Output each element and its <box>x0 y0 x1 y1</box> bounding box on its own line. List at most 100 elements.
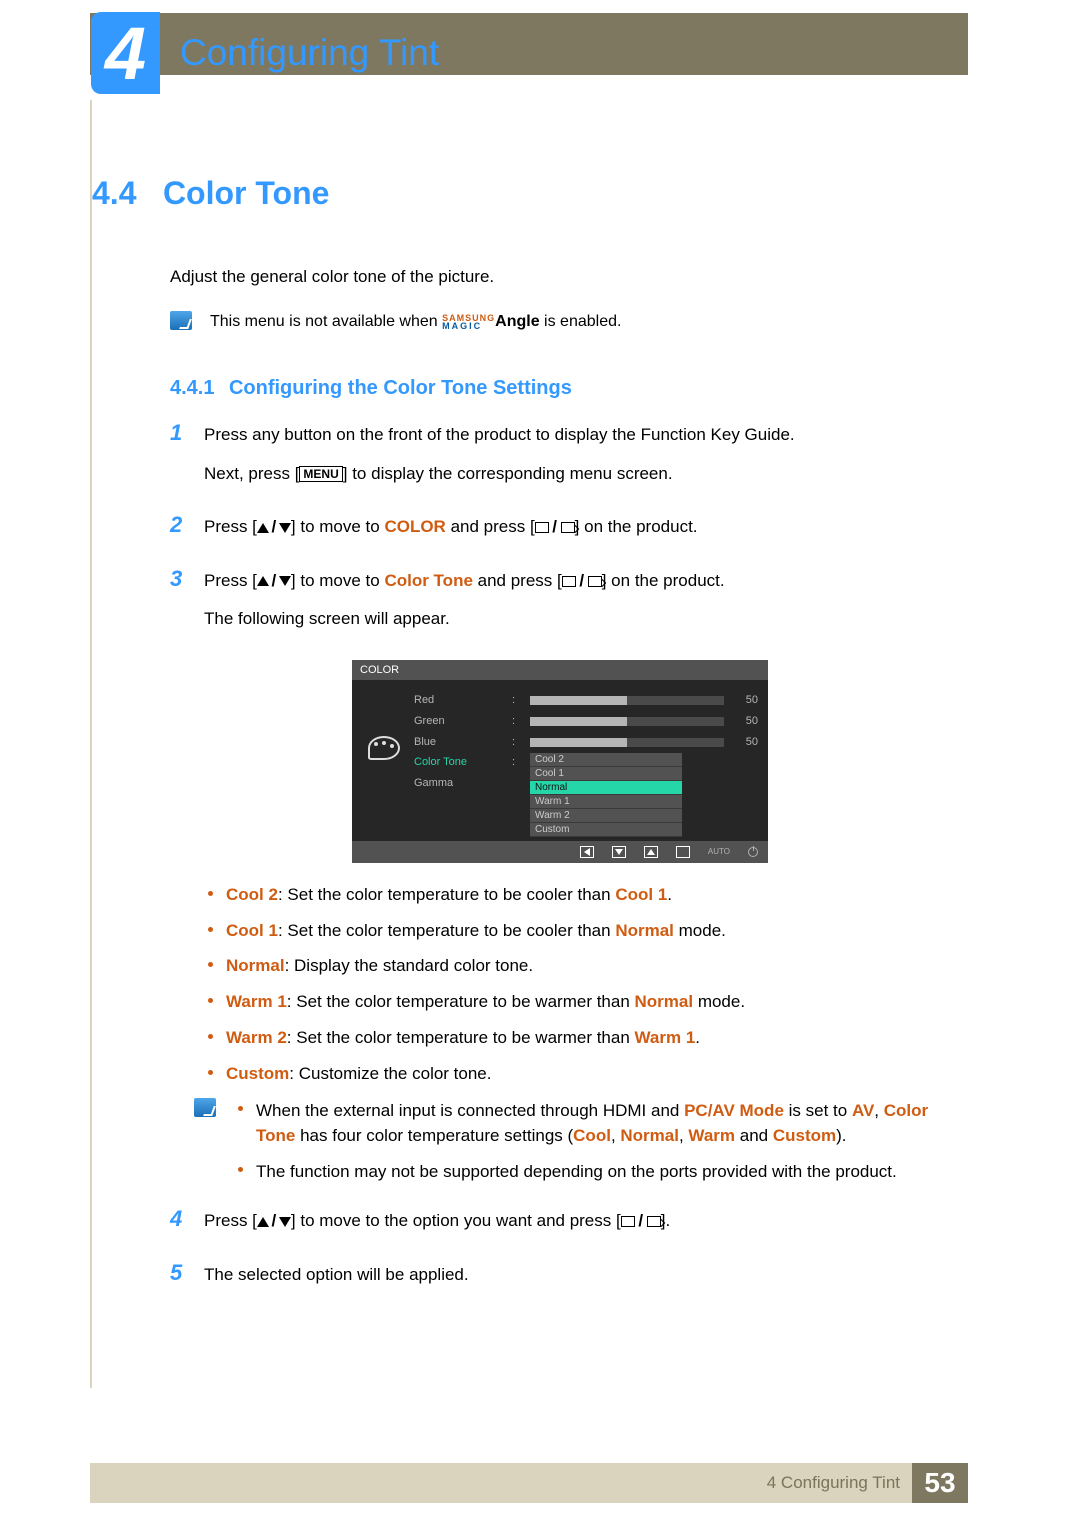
t: : Set the color temperature to be warmer… <box>287 1028 635 1047</box>
samsung-magic-logo: SAMSUNGMAGIC <box>442 314 495 330</box>
osd-slider-green: 50 <box>530 711 758 732</box>
enter-icon: / <box>562 568 602 594</box>
section-title: Color Tone <box>163 175 330 211</box>
step-3: 3 Press [/] to move to Color Tone and pr… <box>170 568 960 645</box>
colortone-keyword: Color Tone <box>384 571 472 590</box>
osd-back-icon <box>580 846 594 858</box>
note-row-1: This menu is not available when SAMSUNGM… <box>170 311 960 333</box>
osd-label-red: Red <box>414 690 504 711</box>
osd-option-cool2: Cool 2 <box>530 753 682 767</box>
step-4: 4 Press [/] to move to the option you wa… <box>170 1208 960 1247</box>
step-body: Press [ / ] to move to Color Tone and pres… <box>204 568 725 645</box>
note1-suffix: is enabled. <box>540 313 622 330</box>
subsection-heading: 4.4.1 Configuring the Color Tone Setting… <box>170 377 960 400</box>
triangle-down-icon <box>279 523 291 533</box>
up-down-icon: / <box>257 1208 291 1234</box>
magic-text: MAGIC <box>442 322 495 330</box>
slider-bar <box>530 717 724 726</box>
step1-line1: Press any button on the front of the pro… <box>204 422 795 448</box>
k: Custom <box>226 1064 289 1083</box>
chapter-number: 4 <box>105 11 146 96</box>
t: ] to move to <box>291 571 385 590</box>
steps-list-tail: 4 Press [/] to move to the option you wa… <box>170 1208 960 1300</box>
note-row-2: When the external input is connected thr… <box>194 1098 960 1195</box>
footer-text: 4 Configuring Tint <box>767 1473 900 1493</box>
t: ] to display the corresponding menu scre… <box>343 464 673 483</box>
t: , <box>874 1101 883 1120</box>
rect-icon <box>535 522 549 533</box>
r: Normal <box>635 992 694 1011</box>
t: Next, press [ <box>204 464 299 483</box>
subsection-title: Configuring the Color Tone Settings <box>229 377 572 399</box>
t: Press [ <box>204 571 257 590</box>
osd-option-normal: Normal <box>530 781 682 795</box>
slash: / <box>578 568 586 594</box>
osd-values: 50 50 50 Cool 2 Cool 1 Normal Warm 1 War… <box>530 690 758 837</box>
rect-icon <box>621 1216 635 1227</box>
note2-list: When the external input is connected thr… <box>234 1098 960 1195</box>
options-list: Cool 2 : Set the color temperature to be … <box>204 883 960 1086</box>
up-down-icon: / <box>257 514 291 540</box>
t: and <box>735 1126 773 1145</box>
triangle-down-icon <box>279 576 291 586</box>
osd-up-icon <box>644 846 658 858</box>
step-number: 5 <box>170 1262 188 1300</box>
t: ] to move to the option you want and pre… <box>291 1211 621 1230</box>
palette-icon <box>368 736 400 760</box>
step-body: Press [/] to move to the option you want… <box>204 1208 670 1247</box>
step2-text: Press [/] to move to COLOR and press [/]… <box>204 514 698 541</box>
triangle-up-icon <box>257 576 269 586</box>
r: Cool 1 <box>615 885 667 904</box>
step3-line1: Press [ / ] to move to Color Tone and pres… <box>204 568 725 595</box>
slash: / <box>637 1208 645 1234</box>
menu-button-icon: MENU <box>299 466 342 482</box>
osd-option-custom: Custom <box>530 823 682 837</box>
step-number: 4 <box>170 1208 188 1247</box>
triangle-up-icon <box>257 1217 269 1227</box>
bullet-warm1: Warm 1: Set the color temperature to be … <box>204 990 960 1014</box>
step-5: 5 The selected option will be applied. <box>170 1262 960 1300</box>
e: . <box>695 1028 700 1047</box>
page-number: 53 <box>912 1463 968 1503</box>
osd-option-cool1: Cool 1 <box>530 767 682 781</box>
t: : Customize the color tone. <box>289 1064 491 1083</box>
step-number: 1 <box>170 422 188 499</box>
manual-page: 4 Configuring Tint 4.4 Color Tone Adjust… <box>0 0 1080 1527</box>
t: and press [ <box>473 571 562 590</box>
osd-option-warm1: Warm 1 <box>530 795 682 809</box>
r: Warm 1 <box>635 1028 696 1047</box>
color-keyword: COLOR <box>384 517 445 536</box>
note2-item2: The function may not be supported depend… <box>234 1159 960 1185</box>
k: Warm 2 <box>226 1028 287 1047</box>
e: . <box>667 885 672 904</box>
e: mode. <box>693 992 745 1011</box>
r: Normal <box>615 921 674 940</box>
osd-label-colortone: Color Tone <box>414 752 504 773</box>
k: Cool <box>573 1126 611 1145</box>
enter-icon: / <box>535 514 575 540</box>
step-body: The selected option will be applied. <box>204 1262 469 1300</box>
e: mode. <box>674 921 726 940</box>
k: Warm 1 <box>226 992 287 1011</box>
osd-power-icon <box>748 847 758 857</box>
step-body: Press any button on the front of the pro… <box>204 422 795 499</box>
t: is set to <box>784 1101 852 1120</box>
osd-slider-red: 50 <box>530 690 758 711</box>
k: Cool 2 <box>226 885 278 904</box>
angle-text: Angle <box>495 313 539 330</box>
t: , <box>611 1126 620 1145</box>
t: ). <box>836 1126 846 1145</box>
note2-item1: When the external input is connected thr… <box>234 1098 960 1149</box>
rect-arrow-icon <box>561 522 575 533</box>
slash: / <box>551 514 559 540</box>
t: : Set the color temperature to be warmer… <box>287 992 635 1011</box>
osd-slider-blue: 50 <box>530 732 758 753</box>
t: ] on the product. <box>602 571 725 590</box>
osd-enter-icon <box>676 846 690 858</box>
note-text-1: This menu is not available when SAMSUNGM… <box>210 311 621 333</box>
k: Normal <box>226 956 285 975</box>
page-footer: 4 Configuring Tint 53 <box>90 1463 968 1503</box>
bullet-custom: Custom: Customize the color tone. <box>204 1062 960 1086</box>
t: ] on the product. <box>575 517 698 536</box>
osd-option-warm2: Warm 2 <box>530 809 682 823</box>
